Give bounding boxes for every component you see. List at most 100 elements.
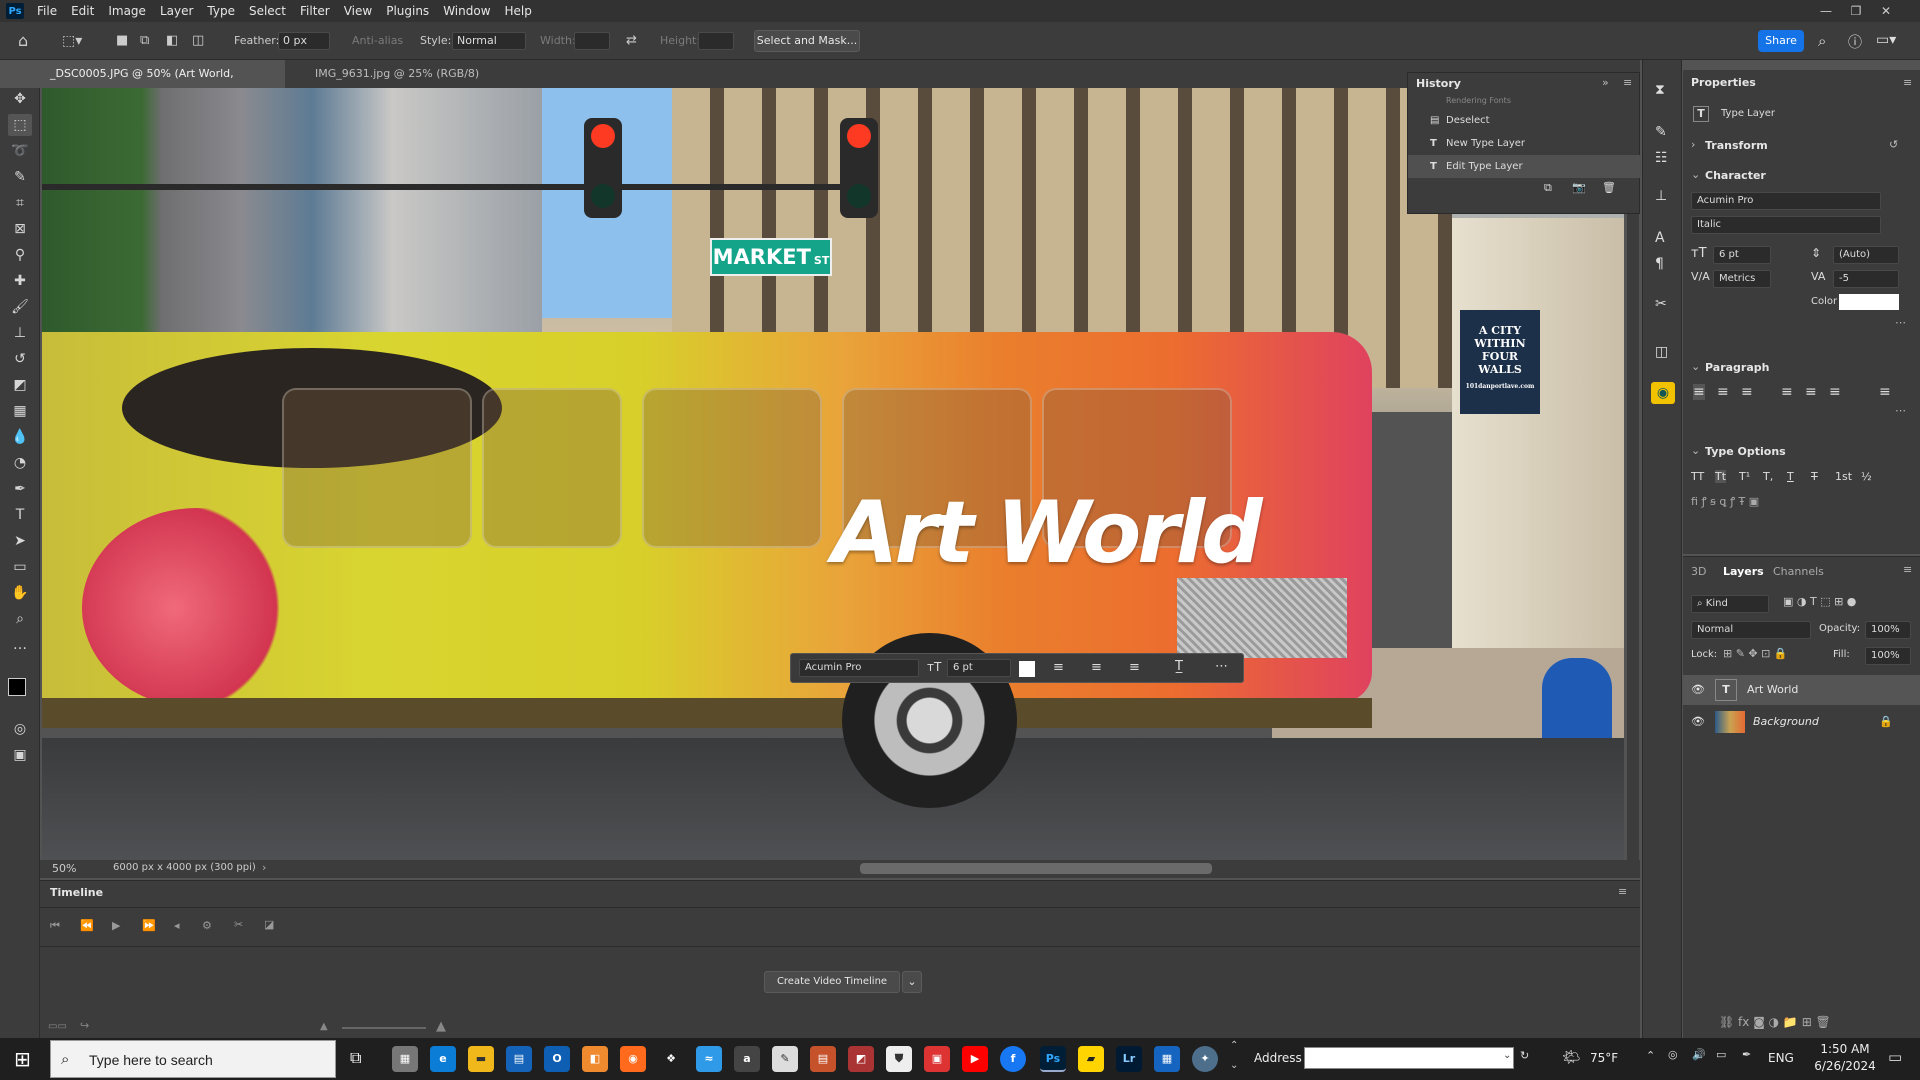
task-view-icon[interactable]: ⧉ [350,1048,361,1068]
more-icon[interactable]: ⋯ [1895,404,1906,417]
clock-time[interactable]: 1:50 AM [1810,1042,1880,1056]
firefox-icon[interactable]: ◉ [620,1046,646,1072]
pen-icon[interactable]: ✒ [1742,1048,1751,1061]
subtract-selection-icon[interactable]: ◧ [166,31,178,51]
more-icon[interactable]: ⋯ [1895,316,1906,329]
history-item-edit-type[interactable]: T Edit Type Layer [1408,155,1641,178]
ctx-color-swatch[interactable] [1019,661,1035,677]
strikethrough-icon[interactable]: T [1811,470,1818,483]
select-and-mask-button[interactable]: Select and Mask... [754,30,860,52]
align-center-icon[interactable]: ≡ [1717,384,1729,400]
app-icon-blue[interactable]: ≈ [696,1046,722,1072]
layer-kind-filter[interactable]: ⌕ Kind [1691,595,1769,613]
zoom-tool-icon[interactable]: ⌕ [8,608,32,630]
justify-right-icon[interactable]: ≡ [1829,384,1841,400]
timeline-dropdown-icon[interactable]: ⌄ [902,971,922,993]
justify-left-icon[interactable]: ≡ [1781,384,1793,400]
width-input[interactable] [574,32,610,50]
visibility-eye-icon[interactable]: 👁 [1691,675,1705,705]
shape-tool-icon[interactable]: ▭ [8,556,32,578]
tray-chevron-icon[interactable]: ⌃ [1646,1049,1655,1062]
subscript-icon[interactable]: T, [1763,470,1773,483]
all-caps-icon[interactable]: TT [1691,470,1704,483]
align-center-icon[interactable]: ≡ [1091,660,1102,675]
lock-icons[interactable]: ⊞ ✎ ✥ ⊡ 🔒 [1723,647,1788,660]
paragraph-section[interactable]: Paragraph [1683,358,1920,378]
tab-layers[interactable]: Layers [1723,565,1764,578]
settings-icon[interactable]: ⚙ [202,919,212,932]
type-tool-icon[interactable]: T [8,504,32,526]
new-doc-from-state-icon[interactable]: ⧉ [1544,181,1552,195]
gradient-tool-icon[interactable]: ▦ [8,400,32,422]
add-selection-icon[interactable]: ⧉ [140,31,149,51]
menu-type[interactable]: Type [200,0,242,22]
plugin-eye-icon[interactable]: ◉ [1651,382,1675,404]
leading-select[interactable]: (Auto) [1833,246,1899,264]
character-panel-icon[interactable]: A [1655,230,1665,246]
history-brush-icon[interactable]: ↺ [8,348,32,370]
app-icon-orange[interactable]: ◧ [582,1046,608,1072]
swap-icon[interactable]: ⇄ [626,31,637,51]
app-icon-notes[interactable]: ✎ [772,1046,798,1072]
layer-row-art-world[interactable]: 👁 T Art World [1683,675,1920,705]
text-color-swatch[interactable] [1839,294,1899,310]
menu-view[interactable]: View [337,0,379,22]
transition-icon[interactable]: ◪ [264,918,274,931]
feather-input[interactable]: 0 px [278,32,330,50]
toolbar-up-icon[interactable]: ⌃ [1230,1040,1238,1051]
dodge-tool-icon[interactable]: ◔ [8,452,32,474]
chevron-down-icon[interactable]: ⌄ [1691,360,1700,373]
adjustments-icon[interactable]: ☷ [1655,150,1668,166]
font-style-select[interactable]: Italic [1691,216,1881,234]
horizontal-scrollbar[interactable] [860,863,1212,874]
opacity-input[interactable]: 100% [1865,621,1911,639]
menu-window[interactable]: Window [436,0,497,22]
underline-icon[interactable]: T [1787,470,1794,483]
history-item-new-type[interactable]: T New Type Layer [1408,132,1641,155]
photoshop-taskbar-icon[interactable]: Ps [1040,1046,1066,1072]
fill-input[interactable]: 100% [1865,647,1911,665]
store-icon[interactable]: ▤ [506,1046,532,1072]
blur-tool-icon[interactable]: 💧 [8,426,32,448]
frame-mode-icon[interactable]: ▭▭ [48,1021,67,1032]
home-icon[interactable]: ⌂ [18,31,28,51]
menu-help[interactable]: Help [498,0,539,22]
taskbar-search[interactable]: ⌕ Type here to search [50,1040,336,1078]
panel-menu-icon[interactable]: ≡ [1903,563,1912,576]
zoom-level[interactable]: 50% [52,862,76,875]
convert-icon[interactable]: ↪ [80,1019,89,1032]
visibility-eye-icon[interactable]: 👁 [1691,707,1705,737]
libraries-icon[interactable]: ◫ [1655,344,1668,360]
file-explorer-icon[interactable]: ▬ [468,1046,494,1072]
tab-3d[interactable]: 3D [1691,565,1706,578]
panel-menu-icon[interactable]: ≡ [1903,76,1912,89]
filter-icons[interactable]: ▣ ◑ T ⬚ ⊞ ● [1783,595,1856,608]
language-indicator[interactable]: ENG [1768,1051,1794,1065]
frame-tool-icon[interactable]: ⊠ [8,218,32,240]
menu-edit[interactable]: Edit [64,0,101,22]
history-item-deselect[interactable]: ▤ Deselect [1408,109,1641,132]
split-icon[interactable]: ✂ [234,918,243,931]
art-world-text-layer[interactable]: Art World [832,483,1263,593]
eyedropper-tool-icon[interactable]: ⚲ [8,244,32,266]
layer-name[interactable]: Background [1753,707,1819,737]
brush-tool-icon[interactable]: 🖌 [8,296,32,318]
zoom-slider[interactable] [342,1027,426,1029]
menu-file[interactable]: File [30,0,64,22]
history-panel-icon[interactable]: ⧗ [1655,82,1665,98]
chevron-down-icon[interactable]: ⌄ [1691,444,1700,457]
create-video-timeline-button[interactable]: Create Video Timeline [764,971,900,993]
tab-channels[interactable]: Channels [1773,565,1824,578]
status-menu-icon[interactable]: › [262,861,266,874]
crop-tool-icon[interactable]: ⌗ [8,192,32,214]
next-frame-icon[interactable]: ⏩ [142,919,156,932]
panel-menu-icon[interactable]: ≡ [1623,76,1632,89]
lasso-tool-icon[interactable]: ➰ [8,140,32,162]
hand-tool-icon[interactable]: ✋ [8,582,32,604]
brush-panel-icon[interactable]: ✎ [1655,124,1667,140]
align-right-icon[interactable]: ≡ [1741,384,1753,400]
sticky-notes-icon[interactable]: ▰ [1078,1046,1104,1072]
menu-select[interactable]: Select [242,0,293,22]
more-tools-icon[interactable]: … [8,634,32,656]
chevron-down-icon[interactable]: ⌄ [1503,1050,1511,1061]
